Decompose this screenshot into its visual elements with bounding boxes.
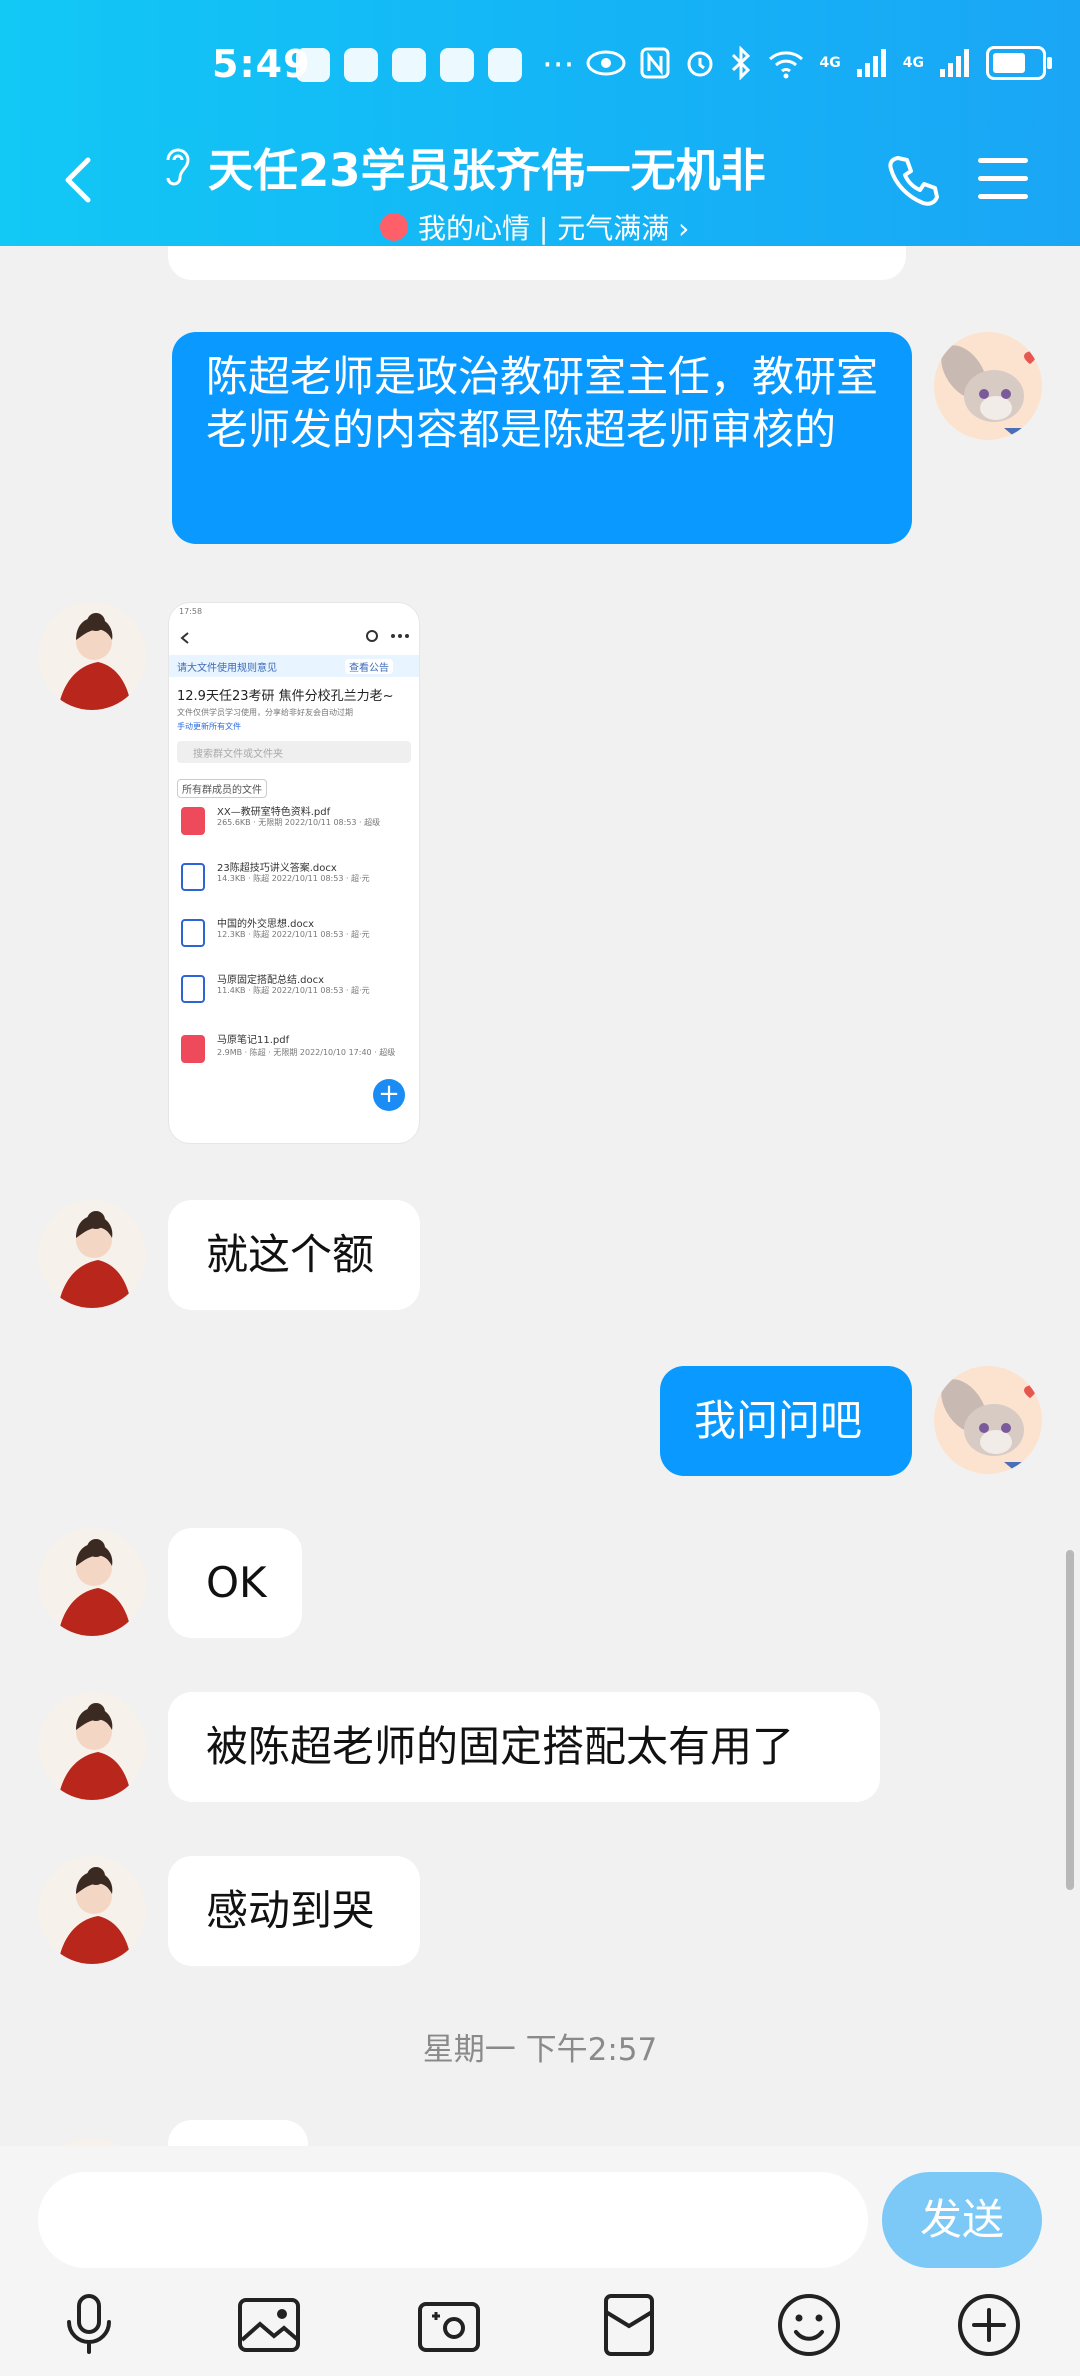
img-file-meta: 265.6KB · 无限期 2022/10/11 08:53 · 超级: [217, 818, 381, 827]
contact-avatar[interactable]: [38, 1856, 146, 1964]
ear-icon: [166, 148, 190, 185]
nav-row: 天任23学员张齐伟一无机非 我的心情 | 元气满满 ›: [0, 120, 1080, 245]
signal-icon: [856, 49, 886, 77]
message-bubble-incoming[interactable]: 感动到哭: [168, 1856, 420, 1966]
cloud-icon: [440, 48, 474, 82]
plus-icon[interactable]: [956, 2292, 1022, 2358]
status-bar: 5:49 ··· 4G 4G: [0, 36, 1080, 100]
input-toolbar: [0, 2286, 1080, 2366]
contact-avatar[interactable]: [38, 1692, 146, 1800]
img-file-name: XX—教研室特色资料.pdf: [217, 807, 331, 818]
img-back-icon: [180, 632, 189, 644]
app-notification-icon: [296, 48, 330, 82]
signal-icon: [940, 49, 969, 77]
menu-icon[interactable]: [976, 154, 1030, 204]
contact-avatar[interactable]: [38, 1200, 146, 1308]
message-bubble-incoming[interactable]: 被陈超老师的固定搭配太有用了: [168, 1692, 880, 1802]
doc-file-icon: [181, 919, 205, 947]
message-bubble-incoming[interactable]: OK: [168, 1528, 302, 1638]
chat-header: 5:49 ··· 4G 4G 天任23学员张齐伟一无机非 我的心情 | 元气满满…: [0, 0, 1080, 246]
pdf-file-icon: [181, 1035, 205, 1063]
send-button[interactable]: 发送: [882, 2172, 1042, 2268]
red-packet-icon[interactable]: [596, 2292, 662, 2358]
scrollbar[interactable]: [1066, 1550, 1074, 1890]
img-notice: 请大文件使用规则意见: [177, 663, 277, 674]
message-input[interactable]: [38, 2172, 868, 2268]
img-filter: 所有群成员的文件: [177, 779, 267, 798]
img-file-meta: 12.3KB · 陈超 2022/10/11 08:53 · 超·元: [217, 930, 370, 939]
my-avatar[interactable]: [934, 332, 1042, 440]
img-search: 搜索群文件或文件夹: [193, 749, 283, 760]
contact-avatar[interactable]: [38, 1528, 146, 1636]
chat-title-block[interactable]: 天任23学员张齐伟一无机非 我的心情 | 元气满满 ›: [160, 134, 840, 247]
message-timestamp: 星期一 下午2:57: [422, 2032, 658, 2068]
weather-icon: [392, 48, 426, 82]
img-file-name: 中国的外交思想.docx: [217, 919, 315, 930]
message-bubble-partial[interactable]: [168, 246, 906, 280]
message-bubble-partial[interactable]: [168, 2120, 308, 2146]
img-time: 17:58: [179, 607, 203, 616]
chat-title-text: 天任23学员张齐伟一无机非: [208, 144, 766, 197]
img-file-meta: 2.9MB · 陈超 · 无限期 2022/10/10 17:40 · 超级: [217, 1048, 396, 1057]
phone-call-icon[interactable]: [884, 152, 940, 208]
mood-icon: [380, 213, 408, 241]
cloud-icon: [488, 48, 522, 82]
img-notice-btn: 查看公告: [345, 659, 393, 674]
chat-messages[interactable]: 陈超老师是政治教研室主任，教研室老师发的内容都是陈超老师审核的 17:58 请大…: [0, 246, 1080, 2146]
chat-title: 天任23学员张齐伟一无机非: [160, 134, 840, 199]
mood-text: 我的心情 | 元气满满 ›: [418, 212, 690, 245]
app-notification-icon: [344, 48, 378, 82]
contact-avatar[interactable]: [38, 2138, 146, 2146]
my-avatar[interactable]: [934, 1366, 1042, 1474]
img-file-name: 马原笔记11.pdf: [217, 1035, 290, 1046]
input-bar: 发送: [0, 2146, 1080, 2376]
network-label: 4G: [819, 55, 841, 71]
img-file-name: 马原固定搭配总结.docx: [217, 975, 325, 986]
eye-icon: [586, 50, 626, 76]
pdf-file-icon: [181, 807, 205, 835]
network-label: 4G: [902, 55, 924, 71]
img-sub: 文件仅供学员学习使用，分享给非好友会自动过期: [177, 708, 353, 717]
img-more-icon: [366, 630, 409, 642]
alarm-icon: [687, 51, 713, 77]
emoji-icon[interactable]: [776, 2292, 842, 2358]
bluetooth-icon: [731, 46, 750, 80]
img-add-fab: +: [373, 1079, 405, 1111]
img-file-name: 23陈超技巧讲义答案.docx: [217, 863, 337, 874]
system-icons: 4G 4G: [586, 46, 1052, 80]
doc-file-icon: [181, 975, 205, 1003]
message-bubble-outgoing[interactable]: 我问问吧: [660, 1366, 912, 1476]
img-folder-title: 12.9天任23考研 焦件分校孔兰力老~: [177, 689, 394, 704]
camera-icon[interactable]: [416, 2292, 482, 2358]
img-link: 手动更新所有文件: [177, 722, 241, 731]
notification-icons: ···: [296, 48, 574, 82]
doc-file-icon: [181, 863, 205, 891]
shared-screenshot-image[interactable]: 17:58 请大文件使用规则意见 查看公告 12.9天任23考研 焦件分校孔兰力…: [168, 602, 420, 1144]
message-bubble-incoming[interactable]: 就这个额: [168, 1200, 420, 1310]
battery-icon: [986, 46, 1052, 80]
img-file-meta: 11.4KB · 陈超 2022/10/11 08:53 · 超·元: [217, 986, 370, 995]
mood-status[interactable]: 我的心情 | 元气满满 ›: [380, 207, 840, 247]
nfc-icon: [640, 47, 670, 79]
microphone-icon[interactable]: [56, 2292, 122, 2358]
wifi-icon: [768, 51, 803, 79]
more-notifications-icon: ···: [542, 45, 575, 85]
back-arrow-icon[interactable]: [50, 150, 110, 210]
photo-icon[interactable]: [236, 2292, 302, 2358]
message-bubble-outgoing[interactable]: 陈超老师是政治教研室主任，教研室老师发的内容都是陈超老师审核的: [172, 332, 912, 544]
img-file-meta: 14.3KB · 陈超 2022/10/11 08:53 · 超·元: [217, 874, 370, 883]
contact-avatar[interactable]: [38, 602, 146, 710]
